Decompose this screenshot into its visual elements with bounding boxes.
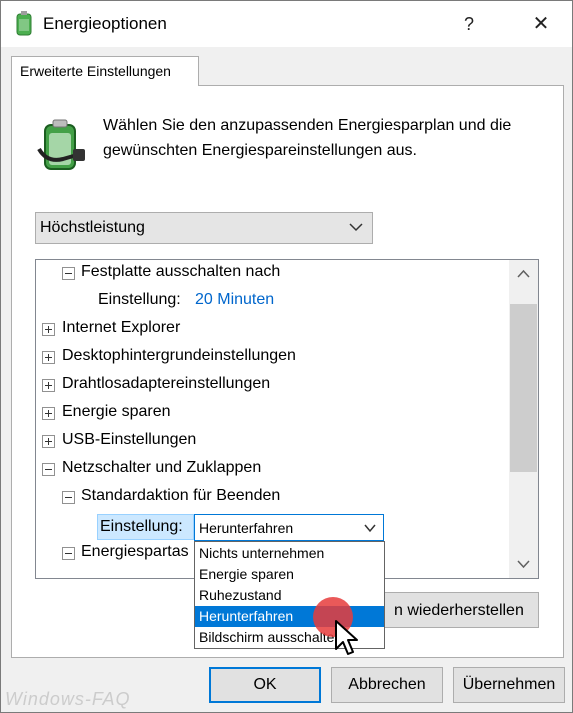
collapse-icon[interactable] bbox=[62, 547, 75, 560]
option-nichts-unternehmen[interactable]: Nichts unternehmen bbox=[195, 543, 384, 564]
window-title: Energieoptionen bbox=[43, 14, 167, 33]
close-button[interactable]: ✕ bbox=[521, 7, 561, 41]
expand-icon[interactable] bbox=[42, 407, 55, 420]
title-bar[interactable]: Energieoptionen ? ✕ bbox=[1, 1, 572, 47]
battery-icon bbox=[37, 119, 85, 170]
tree-scrollbar[interactable] bbox=[509, 260, 538, 578]
intro-text: Wählen Sie den anzupassenden Energiespar… bbox=[103, 117, 512, 159]
watermark: Windows-FAQ bbox=[5, 689, 131, 709]
help-button[interactable]: ? bbox=[449, 7, 489, 41]
mouse-cursor-icon bbox=[335, 620, 358, 655]
scroll-down-icon[interactable] bbox=[509, 550, 538, 578]
chevron-down-icon bbox=[364, 524, 376, 533]
apply-button[interactable]: Übernehmen bbox=[453, 667, 565, 703]
expand-icon[interactable] bbox=[42, 351, 55, 364]
power-plan-select[interactable]: Höchstleistung bbox=[35, 212, 373, 244]
option-energie-sparen[interactable]: Energie sparen bbox=[195, 564, 384, 585]
setting-value-link[interactable]: 20 Minuten bbox=[195, 291, 274, 309]
chevron-down-icon bbox=[349, 223, 363, 232]
tab-advanced-settings[interactable]: Erweiterte Einstellungen bbox=[11, 56, 199, 86]
expand-icon[interactable] bbox=[42, 323, 55, 336]
shutdown-action-select[interactable]: Herunterfahren bbox=[194, 514, 384, 541]
ok-button[interactable]: OK bbox=[209, 667, 321, 703]
collapse-icon[interactable] bbox=[62, 491, 75, 504]
option-ruhezustand[interactable]: Ruhezustand bbox=[195, 585, 384, 606]
scroll-thumb[interactable] bbox=[510, 304, 537, 472]
expand-icon[interactable] bbox=[42, 435, 55, 448]
battery-plug-icon bbox=[16, 11, 32, 36]
collapse-icon[interactable] bbox=[62, 267, 75, 280]
restore-defaults-button[interactable]: n wiederherstellen bbox=[371, 592, 539, 628]
scroll-up-icon[interactable] bbox=[509, 260, 538, 288]
dialog-window: Energieoptionen ? ✕ Erweiterte Einstellu… bbox=[0, 0, 573, 713]
tab-label: Erweiterte Einstellungen bbox=[20, 63, 171, 79]
collapse-icon[interactable] bbox=[42, 463, 55, 476]
cancel-button[interactable]: Abbrechen bbox=[331, 667, 443, 703]
power-plan-value: Höchstleistung bbox=[40, 219, 145, 236]
tree-item-setting-shutdown[interactable]: Einstellung: bbox=[97, 514, 194, 540]
shutdown-action-value: Herunterfahren bbox=[199, 520, 294, 536]
expand-icon[interactable] bbox=[42, 379, 55, 392]
